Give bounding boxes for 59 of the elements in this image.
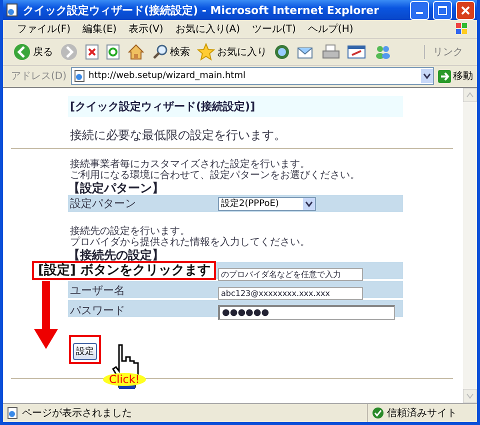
close-button[interactable] [456,0,475,20]
highlight-frame [69,335,101,364]
caret-icon [303,198,315,210]
close-icon [461,6,470,14]
home-icon [127,44,145,60]
printer-icon [322,44,340,60]
caret-icon [421,69,433,83]
text-field[interactable]: のプロバイダ名などを任意で入力 [218,268,363,281]
field-label: パスワード [69,302,126,318]
windows-logo-icon [455,22,469,36]
security-zone: 信頼済みサイト [387,406,458,420]
window-title: クイック設定ウィザード(接続設定) - Microsoft Internet Explorer [23,2,380,18]
edit-icon [347,44,367,60]
settings-button[interactable]: 設定 [73,343,97,360]
password-field[interactable]: ●●●●●● [218,305,395,320]
minimize-icon [416,12,423,14]
instruction-text: 接続事業者毎にカスタマイズされた設定を行います。 ご利用になる環境に合わせて、設定パターンをお選びください。 [69,159,361,181]
star-icon [197,43,215,61]
minimize-button[interactable] [410,0,429,20]
instruction-text: 接続先の設定を行います。 プロバイダから提供された情報を入力してください。 [69,226,311,248]
page-icon [74,70,86,82]
go-arrow-icon [438,70,451,82]
go-button[interactable]: 移動 [438,69,473,83]
refresh-icon [106,44,120,60]
section-heading: 【設定パターン】 [68,182,165,195]
lead-text: 接続に必要な最低限の設定を行います。 [70,128,287,142]
maximize-button[interactable] [433,0,452,20]
page-icon [7,407,19,419]
page-icon [5,3,19,17]
messenger-icon [374,44,392,60]
wizard-header: [クイック設定ウィザード(接続設定)] [68,96,403,117]
forward-icon [60,43,78,61]
click-badge: Click! [103,373,146,386]
back-button[interactable]: 戻る [11,40,55,64]
status-message: ページが表示されました [22,406,133,420]
down-arrow-icon [34,281,58,349]
search-icon [152,44,168,60]
search-button[interactable]: 検索 [150,40,192,64]
pattern-dropdown[interactable]: 設定2(PPPoE) [218,196,316,210]
maximize-icon [438,6,447,14]
back-icon [13,43,31,61]
section-heading: 【接続先の設定】 [68,249,165,262]
field-label: ユーザー名 [69,283,126,298]
instruction-callout: [設定] ボタンをクリックます [32,261,216,280]
menu-item[interactable]: ツール(T) [246,22,302,36]
menu-item[interactable]: 編集(E) [76,22,123,36]
check-icon [372,407,384,419]
menu-item[interactable]: ファイル(F) [11,22,77,36]
menu-item[interactable]: 表示(V) [122,22,170,36]
stop-icon [85,44,99,60]
menu-item[interactable]: お気に入り(A) [169,22,246,36]
field-label: 設定パターン [69,196,137,211]
favorites-button[interactable]: お気に入り [195,40,269,64]
menu-item[interactable]: ヘルプ(H) [302,22,360,36]
text-field[interactable]: abc123@xxxxxxxx.xxx.xxx [218,287,363,300]
links-button[interactable]: リンク [424,45,477,59]
media-icon [274,44,290,60]
address-label: アドレス(D) [11,70,67,83]
address-field[interactable]: http://web.setup/wizard_main.html [70,67,434,85]
